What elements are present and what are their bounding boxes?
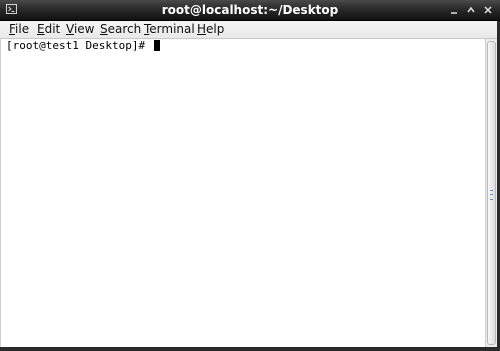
- terminal-area[interactable]: [root@test1 Desktop]#: [0, 39, 484, 347]
- maximize-icon[interactable]: [466, 5, 476, 15]
- shell-prompt: [root@test1 Desktop]#: [6, 39, 152, 52]
- menu-mnemonic: E: [37, 22, 45, 36]
- menu-label: iew: [73, 22, 95, 36]
- terminal-window-icon[interactable]: [6, 4, 17, 14]
- menu-help[interactable]: Help: [197, 22, 224, 37]
- menu-terminal[interactable]: Terminal: [144, 22, 195, 37]
- window-title: root@localhost:~/Desktop: [161, 3, 339, 17]
- menu-edit[interactable]: Edit: [37, 22, 60, 37]
- title-bar[interactable]: root@localhost:~/Desktop: [0, 0, 500, 21]
- menu-view[interactable]: View: [66, 22, 94, 37]
- menu-label: ile: [15, 22, 30, 36]
- menu-label: earch: [107, 22, 142, 36]
- scrollbar-thumb[interactable]: [487, 41, 496, 345]
- terminal-window: root@localhost:~/Desktop File Edit View …: [0, 0, 500, 351]
- menu-label: erminal: [149, 22, 195, 36]
- menu-label: dit: [44, 22, 61, 36]
- menu-mnemonic: S: [100, 22, 108, 36]
- vertical-scrollbar[interactable]: [485, 39, 497, 347]
- prompt-line: [root@test1 Desktop]#: [6, 39, 160, 53]
- menu-mnemonic: H: [197, 22, 207, 36]
- menu-bar: File Edit View Search Terminal Help: [0, 21, 500, 39]
- menu-search[interactable]: Search: [100, 22, 141, 37]
- window-border-bottom: [0, 347, 500, 351]
- minimize-icon[interactable]: [449, 5, 459, 15]
- menu-mnemonic: V: [66, 22, 74, 36]
- menu-file[interactable]: File: [9, 22, 29, 37]
- scrollbar-grip-icon: [490, 190, 493, 200]
- menu-label: elp: [206, 22, 225, 36]
- close-icon[interactable]: [483, 5, 493, 15]
- text-cursor: [153, 40, 160, 51]
